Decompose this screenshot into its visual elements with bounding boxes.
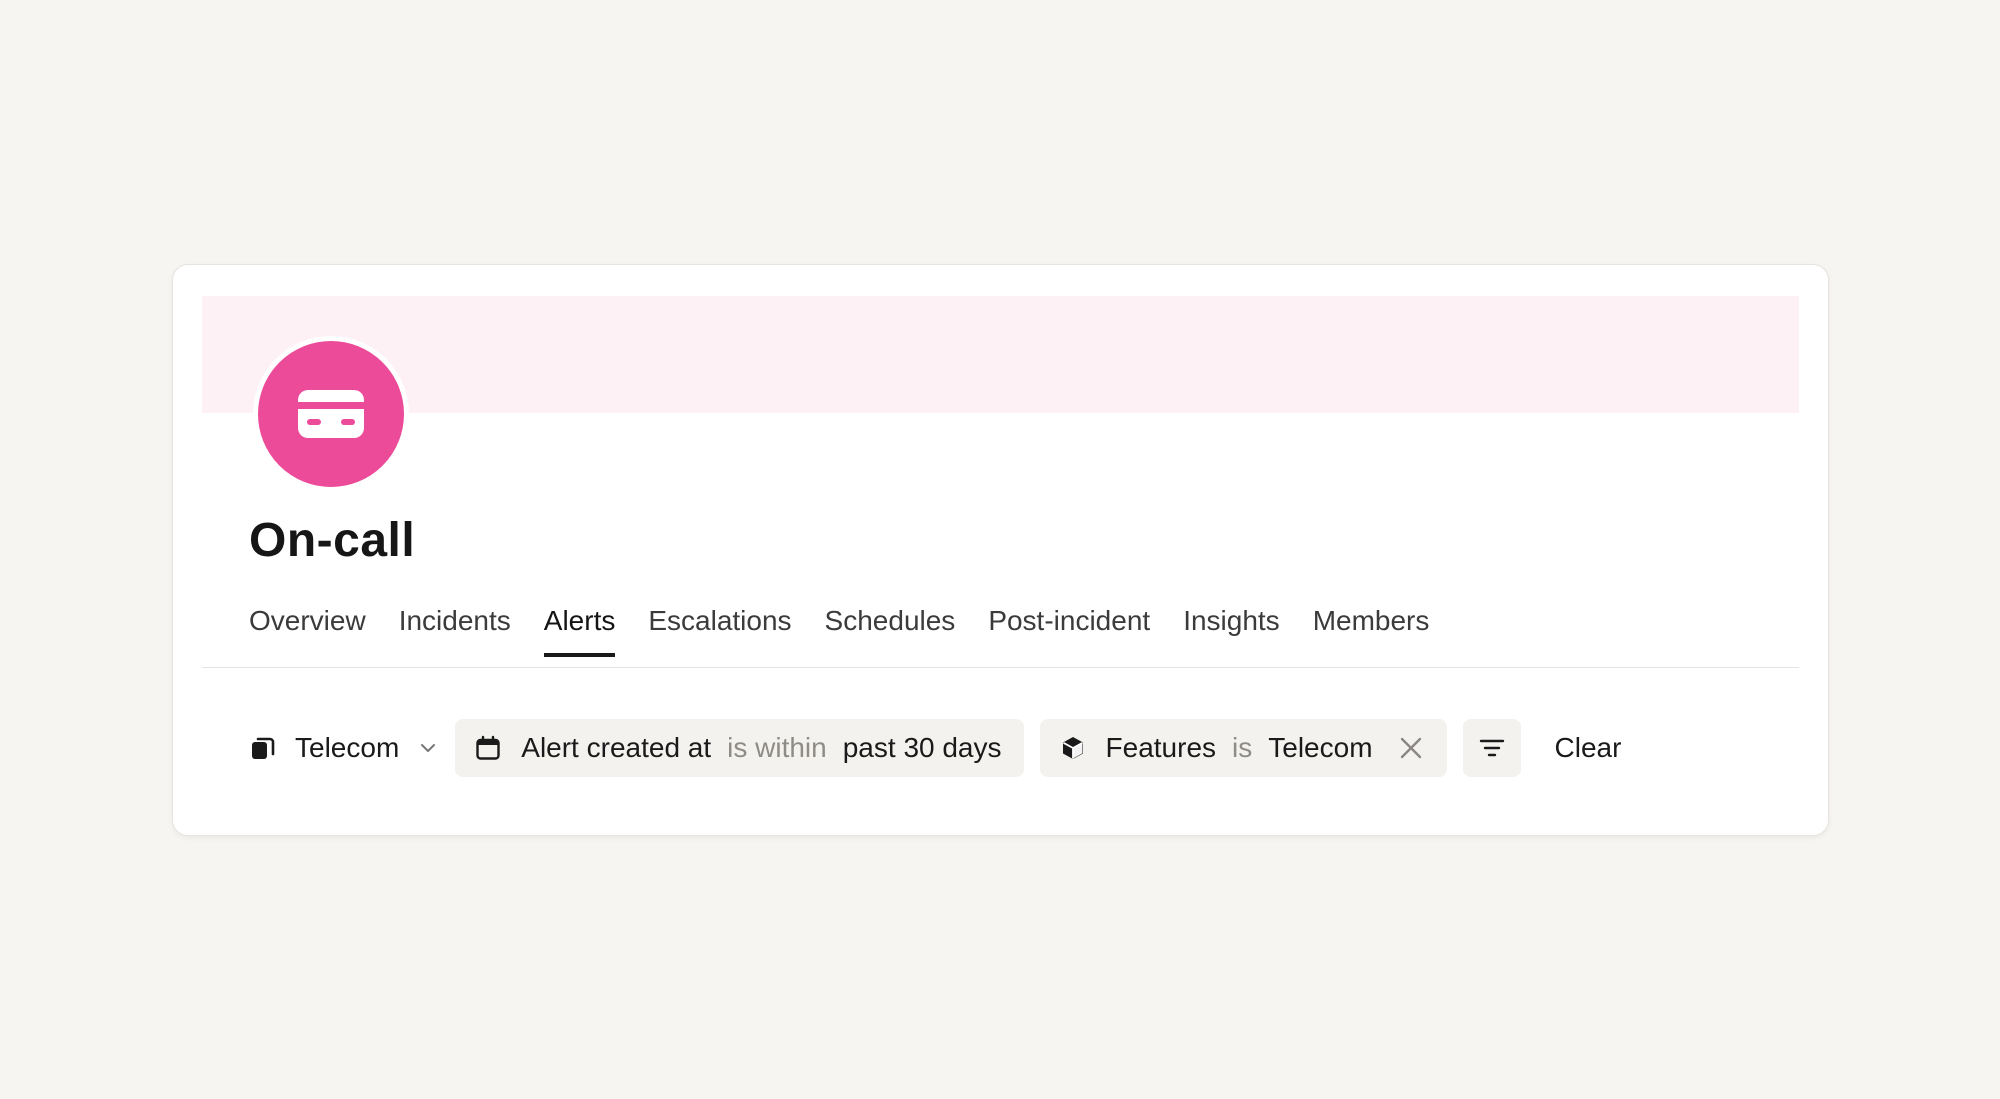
tab-insights[interactable]: Insights xyxy=(1183,605,1280,657)
header-banner xyxy=(202,296,1799,413)
calendar-icon xyxy=(476,735,500,760)
tab-members[interactable]: Members xyxy=(1313,605,1430,657)
scope-label: Telecom xyxy=(295,732,400,763)
cards-stack-icon xyxy=(252,737,275,759)
credit-card-icon xyxy=(298,390,364,438)
date-filter-operator: is within xyxy=(727,732,827,763)
date-filter-pill[interactable]: Alert created at is within past 30 days xyxy=(455,719,1024,777)
tab-alerts[interactable]: Alerts xyxy=(543,605,616,657)
filter-bar: Telecom Alert created at is within past … xyxy=(249,719,1621,777)
feature-filter-pill[interactable]: Features is Telecom xyxy=(1039,719,1447,777)
team-card: On-call Overview Incidents Alerts Escala… xyxy=(172,264,1829,836)
chevron-down-icon xyxy=(421,744,436,752)
clear-filters-button[interactable]: Clear xyxy=(1555,732,1622,764)
date-filter-field: Alert created at xyxy=(521,732,712,763)
tab-incidents[interactable]: Incidents xyxy=(399,605,511,657)
filter-lines-icon xyxy=(1479,739,1504,757)
team-avatar xyxy=(253,336,409,492)
date-filter-value: past 30 days xyxy=(842,732,1002,763)
tab-post-incident[interactable]: Post-incident xyxy=(988,605,1150,657)
page-title: On-call xyxy=(249,514,416,567)
feature-filter-value: Telecom xyxy=(1268,732,1373,763)
tab-divider xyxy=(202,667,1799,668)
cube-icon xyxy=(1062,737,1083,759)
tab-overview[interactable]: Overview xyxy=(249,605,366,657)
close-icon[interactable] xyxy=(1397,734,1425,762)
tab-escalations[interactable]: Escalations xyxy=(648,605,791,657)
tab-schedules[interactable]: Schedules xyxy=(825,605,956,657)
feature-filter-field: Features xyxy=(1105,732,1217,763)
tab-bar: Overview Incidents Alerts Escalations Sc… xyxy=(249,605,1430,657)
feature-filter-operator: is xyxy=(1232,732,1253,763)
scope-selector[interactable]: Telecom xyxy=(249,719,437,777)
add-filter-button[interactable] xyxy=(1462,719,1521,777)
